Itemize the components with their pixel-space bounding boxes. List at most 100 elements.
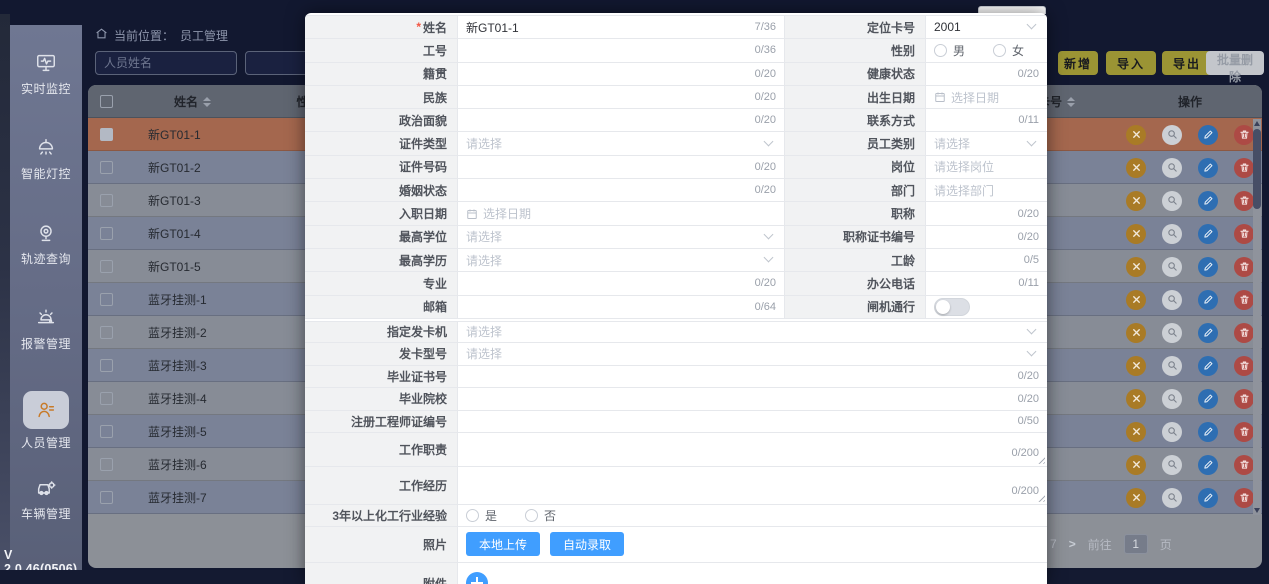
add-attachment-button[interactable] xyxy=(466,572,488,584)
delete-button[interactable] xyxy=(1234,488,1254,508)
card-button[interactable] xyxy=(1126,125,1146,145)
field-text[interactable]: 0/36 xyxy=(458,39,785,62)
field-select[interactable]: 请选择 xyxy=(458,343,1047,366)
view-button[interactable] xyxy=(1162,257,1182,277)
radio-option[interactable]: 男 xyxy=(934,42,965,59)
view-button[interactable] xyxy=(1162,422,1182,442)
field-text[interactable]: 请选择部门 xyxy=(926,179,1047,202)
delete-button[interactable] xyxy=(1234,158,1254,178)
field-text[interactable]: 0/20 xyxy=(458,388,1047,411)
card-button[interactable] xyxy=(1126,158,1146,178)
card-button[interactable] xyxy=(1126,422,1146,442)
sidebar-item-track-query[interactable]: 轨迹查询 xyxy=(10,221,82,306)
field-text[interactable]: 0/20 xyxy=(926,226,1047,249)
edit-button[interactable] xyxy=(1198,422,1218,442)
delete-button[interactable] xyxy=(1234,290,1254,310)
edit-button[interactable] xyxy=(1198,356,1218,376)
field-text[interactable]: 0/20 xyxy=(458,109,785,132)
next-page-button[interactable]: > xyxy=(1069,537,1076,551)
radio-option[interactable]: 否 xyxy=(525,507,556,524)
field-text[interactable]: 0/20 xyxy=(458,272,785,295)
row-checkbox[interactable] xyxy=(100,227,113,240)
search-input[interactable] xyxy=(95,51,237,75)
goto-page-input[interactable]: 1 xyxy=(1124,534,1148,554)
delete-button[interactable] xyxy=(1234,389,1254,409)
field-radio[interactable]: 男女 xyxy=(926,39,1047,62)
row-checkbox[interactable] xyxy=(100,425,113,438)
edit-button[interactable] xyxy=(1198,290,1218,310)
radio-option[interactable]: 女 xyxy=(993,42,1024,59)
field-radio[interactable]: 是否 xyxy=(458,505,1047,527)
field-select[interactable]: 请选择 xyxy=(926,132,1047,155)
row-checkbox[interactable] xyxy=(100,260,113,273)
import-button[interactable]: 导入 xyxy=(1106,51,1156,75)
field-buttons[interactable]: 本地上传自动录取 xyxy=(458,527,1047,563)
row-checkbox[interactable] xyxy=(100,458,113,471)
view-button[interactable] xyxy=(1162,389,1182,409)
field-text[interactable]: 新GT01-17/36 xyxy=(458,16,785,39)
delete-button[interactable] xyxy=(1234,191,1254,211)
row-checkbox[interactable] xyxy=(100,128,113,141)
sidebar-item-person-manage[interactable]: 人员管理 xyxy=(10,391,82,476)
edit-button[interactable] xyxy=(1198,455,1218,475)
delete-button[interactable] xyxy=(1234,422,1254,442)
view-button[interactable] xyxy=(1162,356,1182,376)
field-select[interactable]: 2001 xyxy=(926,16,1047,39)
delete-button[interactable] xyxy=(1234,125,1254,145)
scrollbar-thumb[interactable] xyxy=(1253,129,1261,209)
view-button[interactable] xyxy=(1162,125,1182,145)
view-button[interactable] xyxy=(1162,158,1182,178)
sidebar-item-alarm-manage[interactable]: 报警管理 xyxy=(10,306,82,391)
view-button[interactable] xyxy=(1162,323,1182,343)
field-select[interactable]: 请选择 xyxy=(458,249,785,272)
card-button[interactable] xyxy=(1126,257,1146,277)
edit-button[interactable] xyxy=(1198,125,1218,145)
view-button[interactable] xyxy=(1162,488,1182,508)
field-text[interactable]: 0/50 xyxy=(458,411,1047,433)
export-button[interactable]: 导出 xyxy=(1162,51,1212,75)
row-checkbox[interactable] xyxy=(100,293,113,306)
sort-icon[interactable] xyxy=(1067,97,1075,107)
card-button[interactable] xyxy=(1126,389,1146,409)
field-text[interactable]: 0/20 xyxy=(458,366,1047,388)
field-select[interactable]: 请选择 xyxy=(458,322,1047,343)
sidebar-item-smart-light[interactable]: 智能灯控 xyxy=(10,136,82,221)
delete-button[interactable] xyxy=(1234,224,1254,244)
view-button[interactable] xyxy=(1162,191,1182,211)
gate-pass-toggle[interactable] xyxy=(934,298,970,316)
view-button[interactable] xyxy=(1162,224,1182,244)
scroll-down-icon[interactable] xyxy=(1254,508,1260,513)
add-button[interactable]: 新增 xyxy=(1058,51,1098,75)
field-text[interactable]: 0/20 xyxy=(458,63,785,86)
edit-button[interactable] xyxy=(1198,389,1218,409)
sidebar-item-realtime-monitor[interactable]: 实时监控 xyxy=(10,51,82,136)
field-textarea[interactable]: 0/200 xyxy=(458,467,1047,505)
column-header-name[interactable]: 姓名 xyxy=(130,85,255,118)
field-text[interactable]: 0/20 xyxy=(458,86,785,109)
radio-option[interactable]: 是 xyxy=(466,507,497,524)
field-text[interactable]: 0/20 xyxy=(458,179,785,202)
card-button[interactable] xyxy=(1126,488,1146,508)
row-checkbox[interactable] xyxy=(100,491,113,504)
field-text[interactable]: 0/11 xyxy=(926,272,1047,295)
field-select[interactable]: 请选择 xyxy=(458,132,785,155)
edit-button[interactable] xyxy=(1198,158,1218,178)
row-checkbox[interactable] xyxy=(100,161,113,174)
card-button[interactable] xyxy=(1126,356,1146,376)
edit-button[interactable] xyxy=(1198,257,1218,277)
edit-button[interactable] xyxy=(1198,224,1218,244)
card-button[interactable] xyxy=(1126,455,1146,475)
field-text[interactable]: 0/5 xyxy=(926,249,1047,272)
field-text[interactable]: 0/20 xyxy=(926,63,1047,86)
field-add[interactable] xyxy=(458,563,1047,584)
card-button[interactable] xyxy=(1126,323,1146,343)
card-button[interactable] xyxy=(1126,191,1146,211)
field-select[interactable]: 请选择 xyxy=(458,226,785,249)
edit-button[interactable] xyxy=(1198,191,1218,211)
local-upload-button[interactable]: 本地上传 xyxy=(466,532,540,556)
field-date[interactable]: 选择日期 xyxy=(458,202,785,225)
field-date[interactable]: 选择日期 xyxy=(926,86,1047,109)
delete-button[interactable] xyxy=(1234,323,1254,343)
card-button[interactable] xyxy=(1126,290,1146,310)
row-checkbox[interactable] xyxy=(100,194,113,207)
